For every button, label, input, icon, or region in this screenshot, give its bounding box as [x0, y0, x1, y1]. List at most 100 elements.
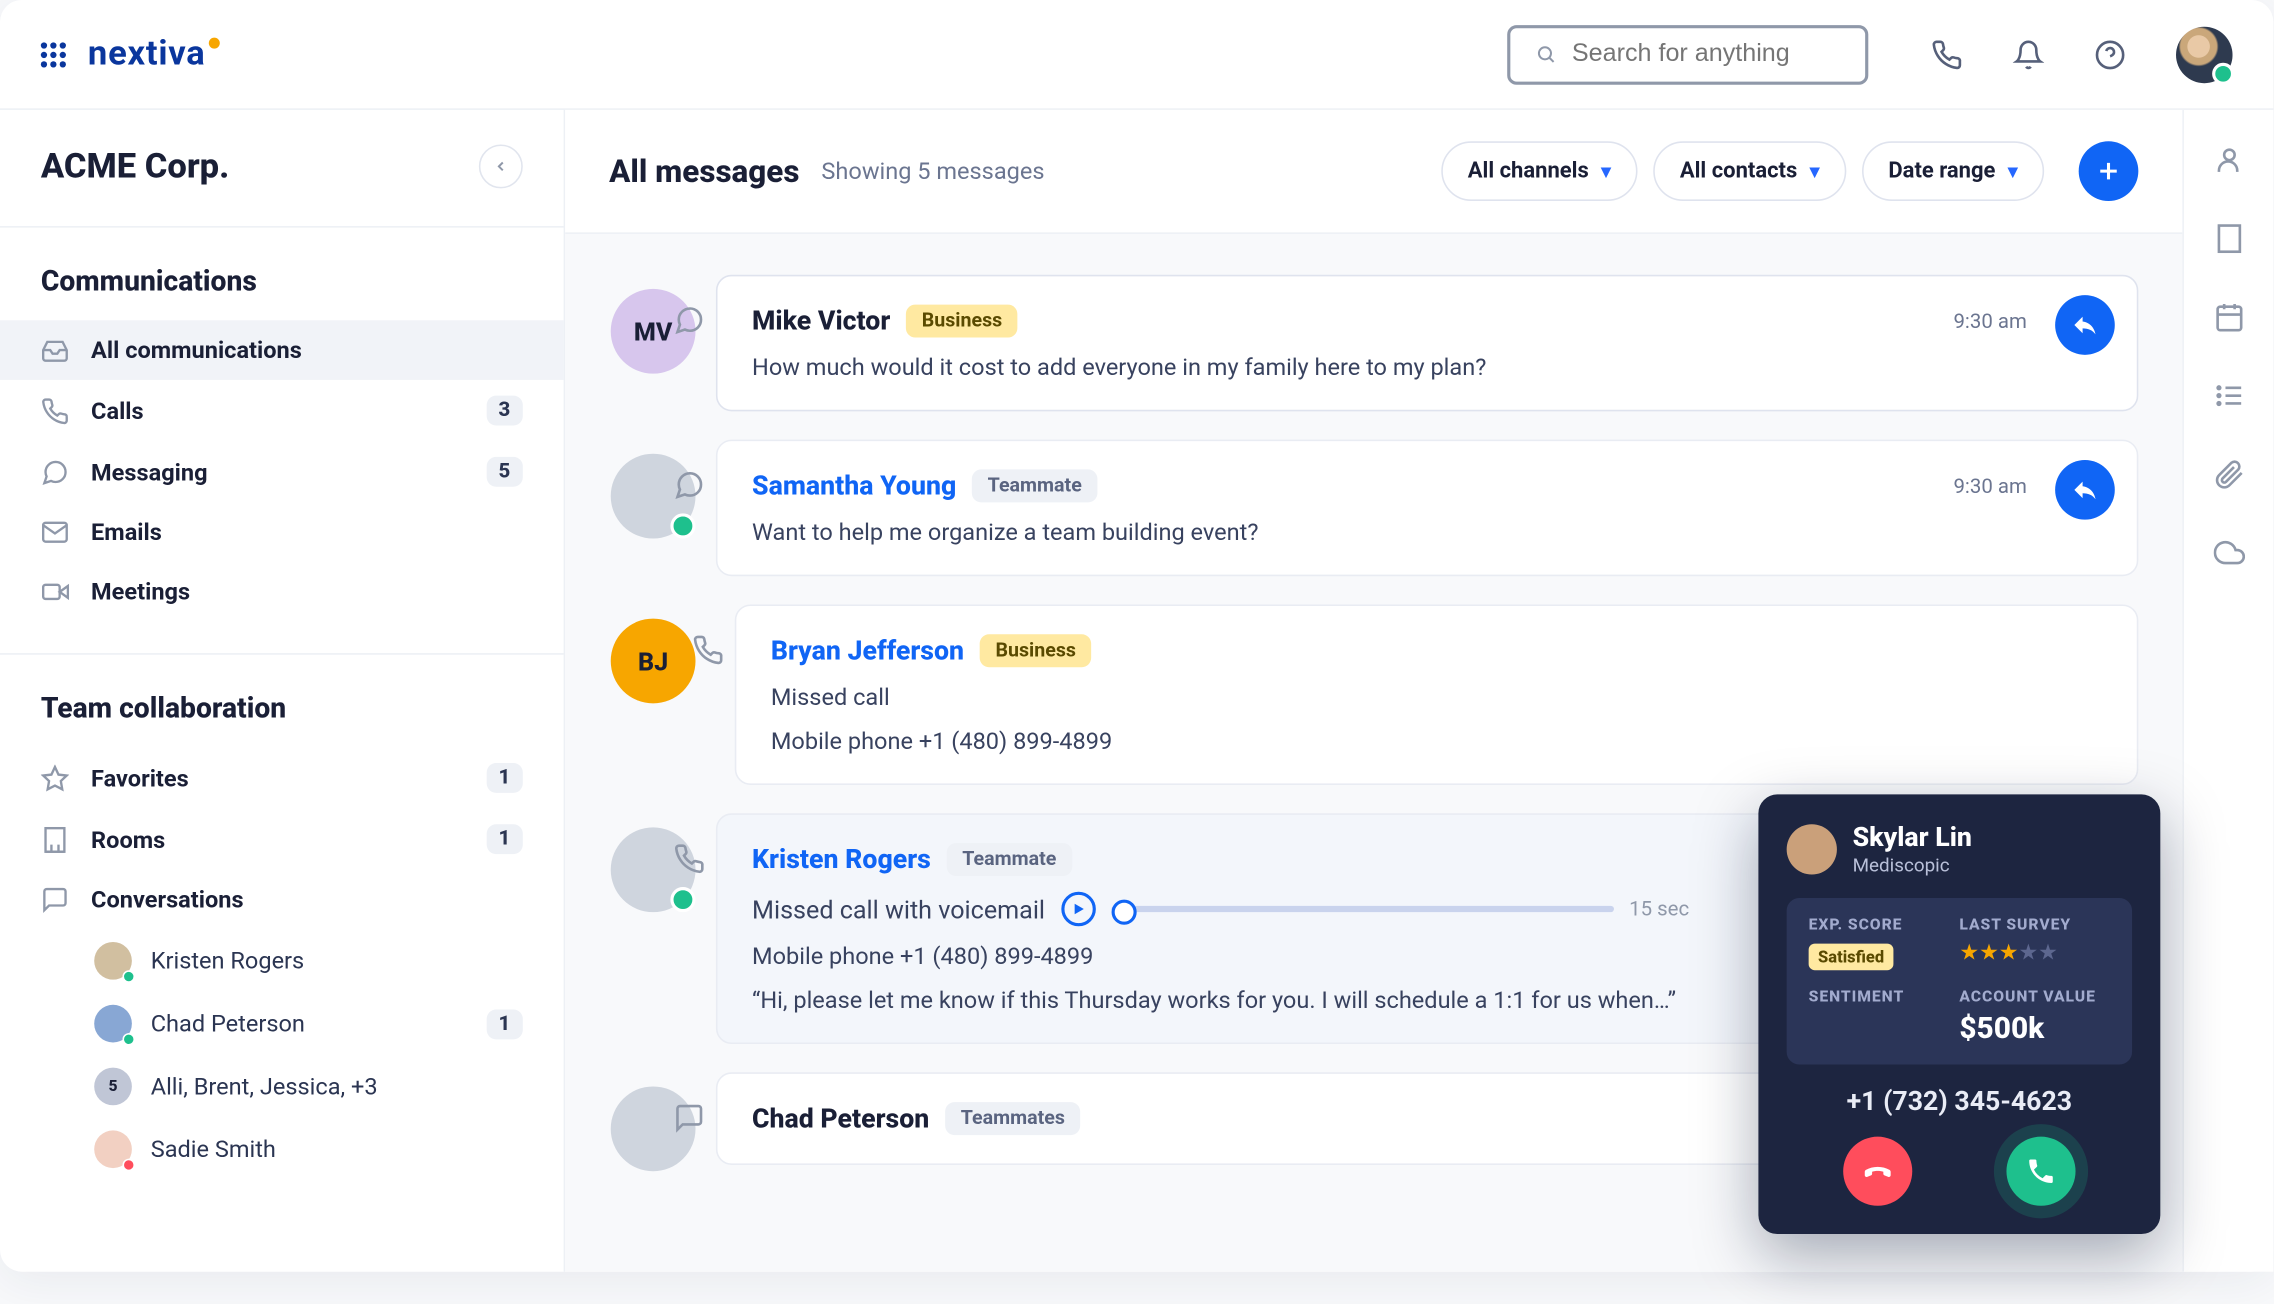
unread-badge: 3 — [486, 396, 523, 426]
filter-channels[interactable]: All channels ▾ — [1441, 141, 1637, 201]
sidebar-item-label: Calls — [91, 396, 464, 424]
search-input[interactable] — [1572, 40, 1840, 68]
app-switcher-icon[interactable] — [41, 42, 66, 67]
sender-name[interactable]: Bryan Jefferson — [771, 635, 964, 666]
chat-icon — [41, 458, 69, 486]
collapse-sidebar-button[interactable] — [479, 144, 523, 188]
sidebar-item-label: Meetings — [91, 578, 523, 606]
company-icon[interactable] — [2213, 223, 2244, 254]
sidebar-item-rooms[interactable]: Rooms 1 — [0, 809, 564, 870]
message-card[interactable]: MV Mike Victor Business How much would i… — [716, 275, 2138, 412]
sidebar-item-calls[interactable]: Calls 3 — [0, 380, 564, 441]
reply-button[interactable] — [2055, 295, 2115, 355]
filter-date[interactable]: Date range ▾ — [1862, 141, 2044, 201]
call-status: Missed call — [771, 683, 2102, 711]
unread-badge: 5 — [486, 457, 523, 487]
conversation-item[interactable]: Sadie Smith — [0, 1118, 564, 1181]
sidebar-item-label: Messaging — [91, 458, 464, 486]
mail-icon — [41, 518, 69, 546]
brand-text: nextiva — [88, 35, 206, 74]
exp-score-chip: Satisfied — [1809, 944, 1894, 971]
sidebar-item-meetings[interactable]: Meetings — [0, 562, 564, 622]
voicemail-duration: 15 sec — [1629, 897, 1689, 921]
sidebar-item-all-communications[interactable]: All communications — [0, 320, 564, 380]
stat-label: LAST SURVEY — [1959, 917, 2110, 934]
filter-label: All channels — [1468, 159, 1589, 184]
conversation-item[interactable]: Kristen Rogers — [0, 929, 564, 992]
filter-label: All contacts — [1680, 159, 1797, 184]
tasks-icon[interactable] — [2213, 380, 2244, 411]
sidebar-item-conversations[interactable]: Conversations — [0, 870, 564, 930]
conversations-icon — [674, 1102, 705, 1133]
incoming-call-panel: Skylar Lin Mediscopic EXP. SCORE Satisfi… — [1758, 794, 2160, 1234]
message-body: How much would it cost to add everyone i… — [752, 353, 2102, 381]
play-icon — [1070, 901, 1086, 917]
timestamp: 9:30 am — [1953, 476, 2026, 500]
top-bar: nextiva — [0, 0, 2273, 110]
notifications-icon[interactable] — [2013, 38, 2044, 69]
message-card[interactable]: Samantha Young Teammate Want to help me … — [716, 440, 2138, 577]
sender-name[interactable]: Samantha Young — [752, 470, 956, 501]
sender-name[interactable]: Kristen Rogers — [752, 844, 931, 875]
unread-badge: 1 — [486, 1009, 523, 1039]
filter-label: Date range — [1888, 159, 1995, 184]
help-icon[interactable] — [2094, 38, 2125, 69]
stat-label: ACCOUNT VALUE — [1959, 989, 2110, 1006]
sidebar-item-messaging[interactable]: Messaging 5 — [0, 441, 564, 502]
sidebar-item-label: Emails — [91, 518, 523, 546]
video-icon — [41, 578, 69, 606]
message-card[interactable]: BJ Bryan Jefferson Business Missed call … — [735, 604, 2139, 785]
count-badge: 1 — [486, 763, 523, 793]
sidebar-item-favorites[interactable]: Favorites 1 — [0, 747, 564, 808]
contact-tag: Business — [980, 634, 1092, 667]
sidebar-item-label: Favorites — [91, 764, 464, 792]
plus-icon — [2094, 157, 2122, 185]
caller-avatar — [1787, 824, 1837, 874]
dialer-icon[interactable] — [1931, 38, 1962, 69]
compose-button[interactable] — [2079, 141, 2139, 201]
section-communications-title: Communications — [0, 256, 564, 320]
global-search[interactable] — [1507, 24, 1868, 84]
page-subtitle: Showing 5 messages — [821, 157, 1044, 185]
conversation-name: Kristen Rogers — [151, 947, 304, 975]
conversation-name: Alli, Brent, Jessica, +3 — [151, 1072, 378, 1100]
contact-tag: Business — [906, 305, 1018, 338]
conversations-icon — [41, 885, 69, 913]
timestamp: 9:30 am — [1953, 311, 2026, 335]
chevron-left-icon — [493, 159, 509, 175]
building-icon — [41, 825, 69, 853]
calendar-icon[interactable] — [2213, 301, 2244, 332]
attachment-icon[interactable] — [2213, 458, 2244, 489]
main-pane: All messages Showing 5 messages All chan… — [565, 110, 2182, 1272]
play-voicemail-button[interactable] — [1061, 892, 1096, 927]
voicemail-scrubber[interactable] — [1111, 906, 1613, 912]
sidebar-item-label: All communications — [91, 336, 523, 364]
contact-icon[interactable] — [2213, 144, 2244, 175]
decline-call-button[interactable] — [1843, 1137, 1912, 1206]
account-value: $500k — [1959, 1010, 2110, 1046]
chat-icon — [674, 469, 705, 500]
caller-company: Mediscopic — [1853, 854, 1972, 876]
avatar — [94, 942, 132, 980]
sidebar-item-emails[interactable]: Emails — [0, 502, 564, 562]
phone-icon — [692, 634, 723, 665]
avatar — [94, 1005, 132, 1043]
stat-label: SENTIMENT — [1809, 989, 1960, 1006]
conversation-item[interactable]: 5 Alli, Brent, Jessica, +3 — [0, 1055, 564, 1118]
brand-logo: nextiva — [88, 35, 218, 74]
right-rail — [2182, 110, 2273, 1272]
phone-icon — [2025, 1156, 2056, 1187]
contact-tag: Teammate — [972, 469, 1098, 502]
conversation-item[interactable]: Chad Peterson 1 — [0, 992, 564, 1055]
main-header: All messages Showing 5 messages All chan… — [565, 110, 2182, 234]
profile-avatar[interactable] — [2176, 26, 2233, 83]
cloud-icon[interactable] — [2213, 537, 2244, 568]
chat-icon — [674, 305, 705, 336]
filter-contacts[interactable]: All contacts ▾ — [1653, 141, 1846, 201]
reply-button[interactable] — [2055, 460, 2115, 520]
accept-call-button[interactable] — [2006, 1137, 2075, 1206]
phone-icon — [674, 843, 705, 874]
chevron-down-icon: ▾ — [1810, 160, 1819, 182]
inbox-icon — [41, 336, 69, 364]
contact-tag: Teammates — [945, 1102, 1081, 1135]
